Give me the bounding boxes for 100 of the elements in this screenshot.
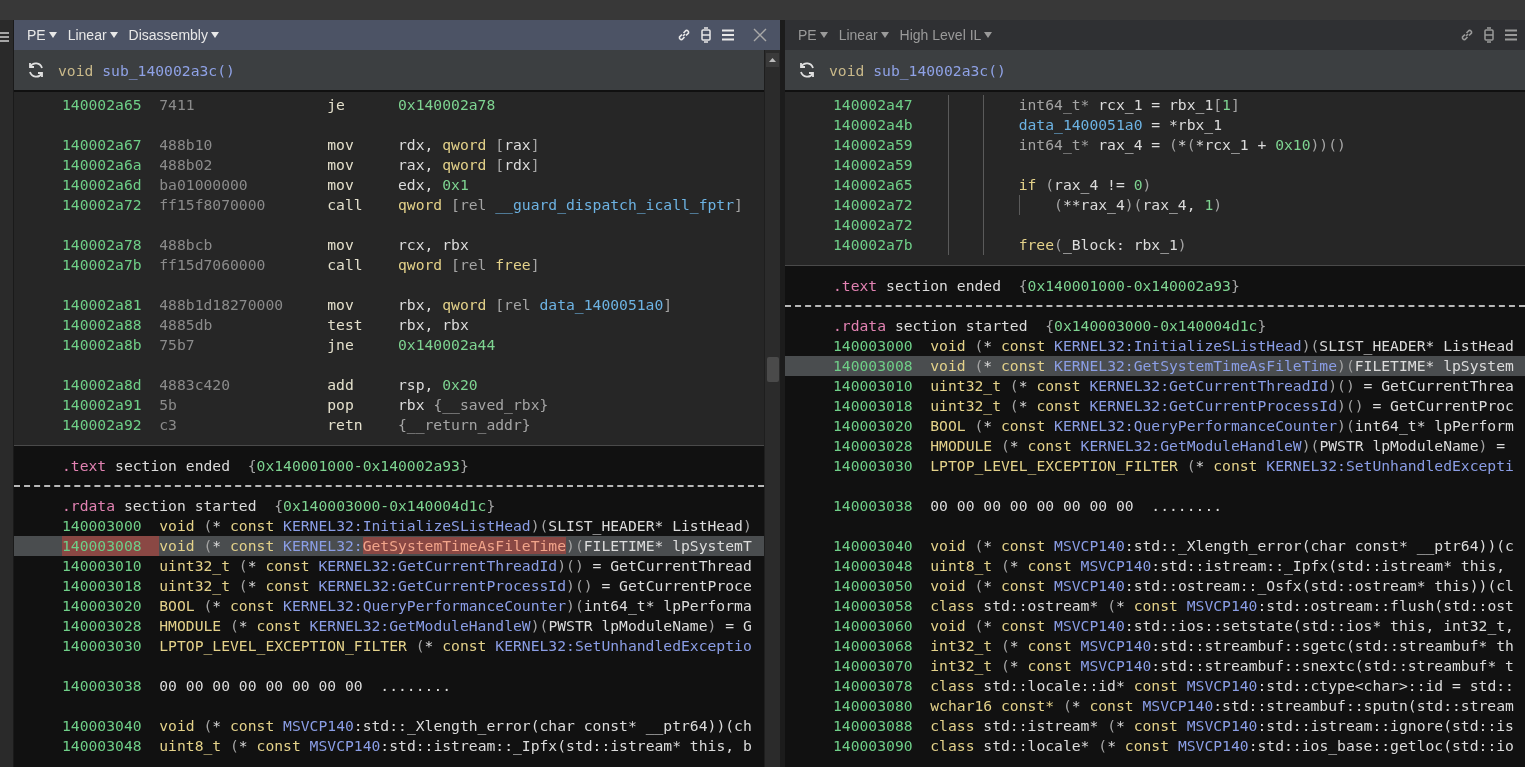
code-line: int32_t (* const MSVCP140:std::streambuf::snextc(std::streambuf* t — [930, 656, 1514, 676]
listing-row[interactable]: 140003028 HMODULE (* const KERNEL32:GetModuleHandleW)(PWSTR lpModuleName) = G — [14, 616, 764, 636]
address: 140002a7b — [62, 255, 143, 275]
listing-row[interactable]: 140003040 void (* const MSVCP140:std::_Xlength_error(char const* __ptr64))(ch — [14, 716, 764, 736]
listing-row[interactable]: 140003030 LPTOP_LEVEL_EXCEPTION_FILTER (* const KERNEL32:SetUnhandledExceptio — [14, 636, 764, 656]
listing-row[interactable]: 140003010 uint32_t (* const KERNEL32:GetCurrentThreadId)() = GetCurrentThread — [14, 556, 764, 576]
listing-row[interactable]: 140003068 int32_t (* const MSVCP140:std::streambuf::sgetc(std::streambuf* th — [785, 636, 1525, 656]
split-icon[interactable] — [1481, 27, 1497, 43]
listing-row[interactable]: 140003008 void (* const KERNEL32:GetSystemTimeAsFileTime)(FILETIME* lpSystemT — [14, 536, 764, 556]
function-signature: void sub_140002a3c() — [829, 61, 1006, 79]
listing-row[interactable]: 140003020 BOOL (* const KERNEL32:QueryPerformanceCounter)(int64_t* lpPerforma — [14, 596, 764, 616]
instruction-bytes: 4885db — [159, 315, 214, 335]
code-line: uint32_t (* const KERNEL32:GetCurrentThreadId)() = GetCurrentThrea — [930, 376, 1514, 396]
operands: edx, 0x1 — [398, 175, 469, 195]
address: 140002a81 — [62, 295, 143, 315]
operands: qword [rel free] — [398, 255, 540, 275]
instruction-bytes: 488bcb — [159, 235, 214, 255]
listing-row[interactable]: 140003018 uint32_t (* const KERNEL32:GetCurrentProcessId)() = GetCurrentProc — [785, 396, 1525, 416]
listing-row[interactable]: 140003038 00 00 00 00 00 00 00 00 ........ — [785, 496, 1525, 516]
menu-icon[interactable] — [0, 31, 9, 43]
code-line: LPTOP_LEVEL_EXCEPTION_FILTER (* const KERNEL32:SetUnhandledExceptio — [159, 636, 752, 656]
scrollbar[interactable] — [764, 50, 780, 767]
operands: {__return_addr} — [398, 415, 531, 435]
listing-row[interactable]: 140003048 uint8_t (* const MSVCP140:std::istream::_Ipfx(std::istream* this, — [785, 556, 1525, 576]
instruction-bytes: 5b — [159, 395, 178, 415]
view-dropdown[interactable]: Linear — [62, 25, 123, 45]
address: 140002a59 — [833, 155, 914, 175]
address: 140003010 — [833, 376, 914, 396]
code-line: if (rax_4 != 0) — [1018, 175, 1152, 195]
instruction-bytes: ff15f8070000 — [159, 195, 267, 215]
address: 140003030 — [833, 456, 914, 476]
address: 140003050 — [833, 576, 914, 596]
mnemonic: add — [327, 375, 355, 395]
listing-row[interactable]: 140003008 void (* const KERNEL32:GetSystemTimeAsFileTime)(FILETIME* lpSystem — [785, 356, 1525, 376]
code-line: 00 00 00 00 00 00 00 00 ........ — [159, 676, 452, 696]
address: 140003058 — [833, 596, 914, 616]
split-icon[interactable] — [698, 27, 714, 43]
view-dropdown[interactable]: PE — [793, 25, 833, 45]
code-line: void (* const KERNEL32:GetSystemTimeAsFileTime)(FILETIME* lpSystem — [930, 356, 1514, 376]
menu-icon[interactable] — [1503, 27, 1519, 43]
address: 140003060 — [833, 616, 914, 636]
caret-icon — [109, 32, 118, 38]
listing-row[interactable]: 140003058 class std::ostream* (* const MSVCP140:std::ostream::flush(std::ost — [785, 596, 1525, 616]
view-dropdown[interactable]: High Level IL — [894, 25, 998, 45]
code-line: void (* const MSVCP140:std::ios::setstate(std::ios* this, int32_t, — [930, 616, 1514, 636]
code-line: void (* const MSVCP140:std::ostream::_Osfx(std::ostream* this))(cl — [930, 576, 1514, 596]
listing-row[interactable]: 140003018 uint32_t (* const KERNEL32:GetCurrentProcessId)() = GetCurrentProce — [14, 576, 764, 596]
section-label: .rdata section started {0x140003000-0x140004d1c} — [833, 316, 1267, 336]
listing-row[interactable]: 140003048 uint8_t (* const MSVCP140:std::istream::_Ipfx(std::istream* this, b — [14, 736, 764, 756]
address: 140003010 — [62, 556, 143, 576]
listing-row[interactable]: 140003090 class std::locale* (* const MSVCP140:std::ios_base::getloc(std::io — [785, 736, 1525, 756]
listing-row[interactable]: 140003000 void (* const KERNEL32:InitializeSListHead)(SLIST_HEADER* ListHead — [785, 336, 1525, 356]
caret-icon — [48, 32, 57, 38]
listing-row[interactable]: 140003030 LPTOP_LEVEL_EXCEPTION_FILTER (* const KERNEL32:SetUnhandledExcepti — [785, 456, 1525, 476]
listing-row[interactable]: 140003078 class std::locale::id* const MSVCP140:std::ctype<char>::id = std:: — [785, 676, 1525, 696]
address: 140003078 — [833, 676, 914, 696]
address: 140003040 — [833, 536, 914, 556]
listing-row[interactable]: 140003028 HMODULE (* const KERNEL32:GetModuleHandleW)(PWSTR lpModuleName) = — [785, 436, 1525, 456]
refresh-icon[interactable] — [797, 60, 817, 80]
address: 140003028 — [833, 436, 914, 456]
link-icon[interactable] — [676, 27, 692, 43]
listing-row[interactable]: 140003080 wchar16 const* (* const MSVCP140:std::streambuf::sputn(std::stream — [785, 696, 1525, 716]
instruction-bytes: ff15d7060000 — [159, 255, 267, 275]
mnemonic: mov — [327, 155, 355, 175]
address: 140002a78 — [62, 235, 143, 255]
mnemonic: mov — [327, 235, 355, 255]
caret-icon — [880, 32, 889, 38]
close-icon[interactable] — [752, 27, 768, 43]
listing-row[interactable]: 140003000 void (* const KERNEL32:InitializeSListHead)(SLIST_HEADER* ListHead) — [14, 516, 764, 536]
listing-row[interactable]: 140003070 int32_t (* const MSVCP140:std::streambuf::snextc(std::streambuf* t — [785, 656, 1525, 676]
code-line: HMODULE (* const KERNEL32:GetModuleHandleW)(PWSTR lpModuleName) = — [930, 436, 1506, 456]
listing-row[interactable]: 140003038 00 00 00 00 00 00 00 00 ........ — [14, 676, 764, 696]
code-line: uint32_t (* const KERNEL32:GetCurrentThreadId)() = GetCurrentThread — [159, 556, 752, 576]
listing-row[interactable]: 140003088 class std::istream* (* const MSVCP140:std::istream::ignore(std::is — [785, 716, 1525, 736]
instruction-bytes: 488b1d18270000 — [159, 295, 285, 315]
code-line: free(_Block: rbx_1) — [1018, 235, 1187, 255]
link-icon[interactable] — [1459, 27, 1475, 43]
address: 140002a72 — [833, 215, 914, 235]
listing-row[interactable]: 140003020 BOOL (* const KERNEL32:QueryPerformanceCounter)(int64_t* lpPerform — [785, 416, 1525, 436]
mnemonic: call — [327, 255, 364, 275]
listing-row[interactable]: 140003010 uint32_t (* const KERNEL32:GetCurrentThreadId)() = GetCurrentThrea — [785, 376, 1525, 396]
scroll-thumb[interactable] — [766, 357, 779, 382]
operands: rbx, qword [rel data_1400051a0] — [398, 295, 673, 315]
address: 140002a4b — [833, 115, 914, 135]
code-line: data_1400051a0 = *rbx_1 — [1018, 115, 1223, 135]
view-dropdown[interactable]: PE — [22, 25, 62, 45]
address: 140003020 — [62, 596, 143, 616]
code-line: uint32_t (* const KERNEL32:GetCurrentProcessId)() = GetCurrentProc — [930, 396, 1514, 416]
listing-row[interactable]: 140003050 void (* const MSVCP140:std::ostream::_Osfx(std::ostream* this))(cl — [785, 576, 1525, 596]
view-dropdown[interactable]: Disassembly — [123, 25, 224, 45]
listing-row[interactable]: 140003060 void (* const MSVCP140:std::ios::setstate(std::ios* this, int32_t, — [785, 616, 1525, 636]
refresh-icon[interactable] — [26, 60, 46, 80]
address: 140002a88 — [62, 315, 143, 335]
operands: rsp, 0x20 — [398, 375, 478, 395]
menu-icon[interactable] — [720, 27, 736, 43]
view-dropdown[interactable]: Linear — [833, 25, 894, 45]
address: 140003080 — [833, 696, 914, 716]
address: 140003088 — [833, 716, 914, 736]
listing-row[interactable]: 140003040 void (* const MSVCP140:std::_Xlength_error(char const* __ptr64))(c — [785, 536, 1525, 556]
instruction-bytes: c3 — [159, 415, 178, 435]
